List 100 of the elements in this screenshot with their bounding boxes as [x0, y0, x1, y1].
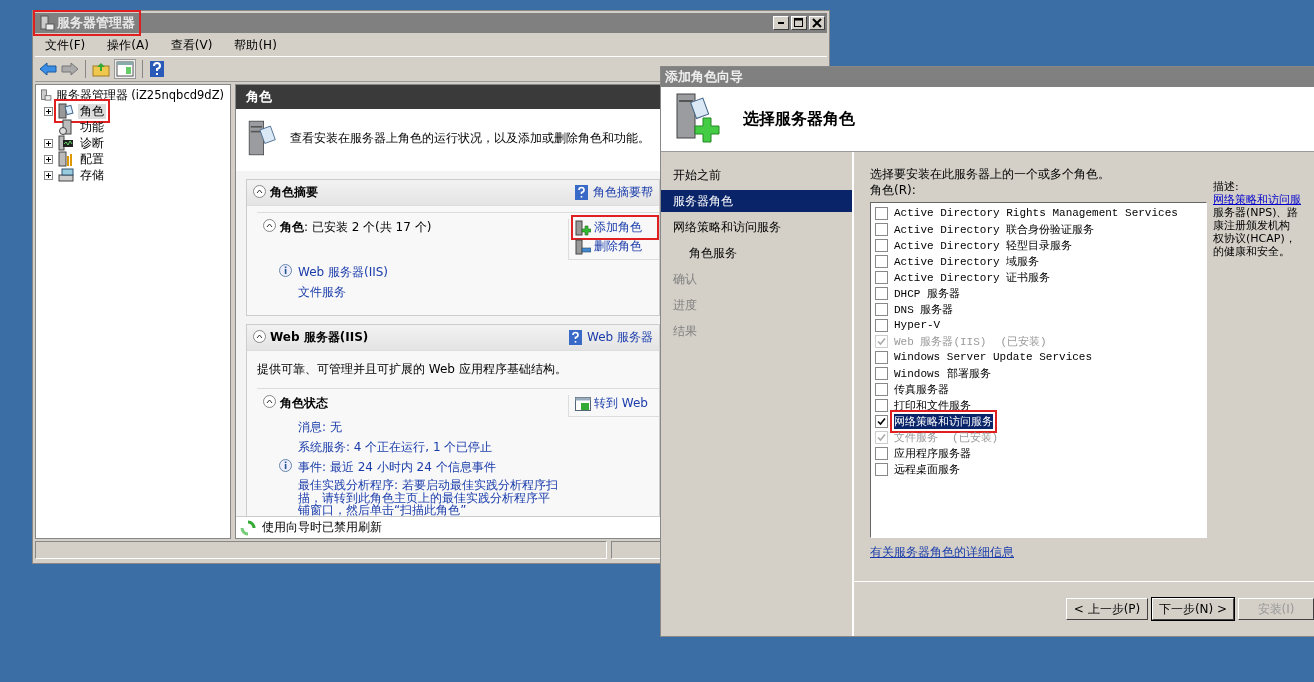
menu-item[interactable]: 查看(V): [170, 37, 213, 54]
description-link[interactable]: 网络策略和访问服: [1213, 193, 1301, 206]
description-text: 的健康和安全。: [1213, 245, 1291, 258]
instruction-text: 选择要安装在此服务器上的一个或多个角色。: [870, 166, 1111, 182]
role-name[interactable]: Active Directory 联合身份验证服务: [894, 221, 1095, 237]
status-message[interactable]: 系统服务: 4 个正在运行, 1 个已停止: [298, 439, 493, 456]
help-link[interactable]: 角色摘要帮: [593, 184, 653, 201]
tree-item[interactable]: 存储: [78, 167, 106, 183]
server-plus-icon: [575, 219, 591, 236]
maximize-button[interactable]: [791, 16, 807, 30]
checkbox[interactable]: [875, 254, 888, 268]
checkbox[interactable]: [875, 222, 888, 236]
forward-arrow-icon[interactable]: [61, 61, 79, 77]
menu-item[interactable]: 帮助(H): [234, 37, 277, 54]
role-name[interactable]: 远程桌面服务: [894, 461, 960, 477]
installed-note: (已安装): [952, 430, 999, 445]
tree-item[interactable]: 角色: [78, 103, 106, 119]
role-name[interactable]: DNS 服务器: [894, 301, 954, 317]
role-description: 提供可靠、可管理并且可扩展的 Web 应用程序基础结构。: [257, 361, 568, 378]
installed-role-link[interactable]: 文件服务: [298, 284, 346, 301]
server-document-icon: [58, 103, 74, 119]
wizard-step[interactable]: 服务器角色: [661, 190, 852, 212]
role-name[interactable]: Active Directory Rights Management Services: [894, 207, 1178, 219]
menu-item[interactable]: 文件(F): [45, 37, 86, 54]
role-name[interactable]: Active Directory 证书服务: [894, 269, 1051, 285]
role-name[interactable]: 打印和文件服务: [894, 397, 971, 413]
expand-icon[interactable]: [44, 106, 56, 116]
more-info-link[interactable]: 有关服务器角色的详细信息: [870, 544, 1207, 561]
server-tools-icon: [58, 151, 74, 167]
pane-header: 角色: [236, 85, 660, 109]
role-name[interactable]: Active Directory 轻型目录服务: [894, 237, 1073, 253]
folder-up-icon[interactable]: [92, 61, 110, 77]
remove-role-link[interactable]: 删除角色: [575, 238, 655, 255]
server-icon: [40, 87, 52, 103]
role-name[interactable]: DHCP 服务器: [894, 285, 960, 301]
checkbox[interactable]: [875, 286, 888, 300]
intro-text: 查看安装在服务器上角色的运行状况，以及添加或删除角色和功能。: [290, 130, 650, 146]
tree-item[interactable]: 诊断: [78, 135, 106, 151]
refresh-notice: 使用向导时已禁用刷新: [262, 519, 382, 536]
wizard-step[interactable]: 开始之前: [661, 164, 852, 186]
role-name[interactable]: 传真服务器: [894, 381, 949, 397]
checkbox[interactable]: [875, 398, 888, 412]
section-title: Web 服务器(IIS): [270, 329, 369, 346]
server-disk-icon: [58, 119, 74, 135]
help-link[interactable]: Web 服务器: [587, 329, 653, 346]
description-label: 描述:: [1213, 180, 1240, 193]
role-name[interactable]: Windows Server Update Services: [894, 351, 1093, 363]
role-name[interactable]: Windows 部署服务: [894, 365, 991, 381]
checkbox[interactable]: [875, 238, 888, 252]
collapse-icon[interactable]: [263, 219, 276, 235]
tree-item[interactable]: 配置: [78, 151, 106, 167]
bpa-message[interactable]: 最佳实践分析程序: 若要启动最佳实践分析程序扫描，请转到此角色主页上的最佳实践分析程序平铺窗口，然后单击“扫描此角色”: [298, 479, 558, 516]
collapse-icon[interactable]: [253, 184, 266, 201]
description-text: 康注册颁发机构: [1213, 219, 1291, 232]
tree-item[interactable]: 功能: [78, 119, 106, 135]
role-name[interactable]: 应用程序服务器: [894, 445, 971, 461]
collapse-icon[interactable]: [263, 395, 276, 411]
minimize-button[interactable]: [773, 16, 789, 30]
wizard-button[interactable]: < 上一步(P): [1066, 598, 1148, 620]
expand-icon[interactable]: [44, 170, 56, 180]
event-link[interactable]: 事件: 最近 24 小时内 24 个信息事件: [298, 459, 496, 476]
checkbox[interactable]: [875, 414, 888, 428]
installed-note: (已安装): [1000, 334, 1047, 349]
checkbox[interactable]: [875, 302, 888, 316]
checkbox[interactable]: [875, 446, 888, 460]
role-name[interactable]: Active Directory 域服务: [894, 253, 1040, 269]
menu-item[interactable]: 操作(A): [107, 37, 149, 54]
wizard-step[interactable]: 网络策略和访问服务: [661, 216, 852, 238]
wizard-step[interactable]: 角色服务: [661, 242, 852, 264]
wizard-heading: 选择服务器角色: [743, 108, 855, 130]
help-icon: [575, 185, 588, 200]
checkbox[interactable]: [875, 206, 888, 220]
panel-toggle-icon[interactable]: [114, 59, 136, 79]
window-title: 服务器管理器: [37, 14, 137, 32]
help-icon[interactable]: [149, 60, 165, 78]
installed-role-link[interactable]: Web 服务器(IIS): [298, 264, 389, 281]
checkbox[interactable]: [875, 382, 888, 396]
checkbox[interactable]: [875, 318, 888, 332]
add-role-link[interactable]: 添加角色: [575, 219, 655, 236]
minimize-icon: [777, 21, 785, 25]
status-message[interactable]: 消息: 无: [298, 419, 342, 436]
expand-icon[interactable]: [44, 138, 56, 148]
collapse-icon[interactable]: [253, 329, 266, 346]
checkbox[interactable]: [875, 270, 888, 284]
back-arrow-icon[interactable]: [39, 61, 57, 77]
checkbox[interactable]: [875, 366, 888, 380]
server-icon: [39, 15, 55, 31]
role-name[interactable]: Hyper-V: [894, 319, 941, 331]
checkbox[interactable]: [875, 462, 888, 476]
wizard-button[interactable]: 下一步(N) >: [1152, 598, 1234, 620]
server-minus-icon: [575, 238, 591, 255]
expand-icon[interactable]: [44, 154, 56, 164]
close-button[interactable]: [809, 16, 825, 30]
list-label: 角色(R):: [870, 182, 917, 198]
description-text: 服务器(NPS)、路: [1213, 206, 1300, 219]
checkbox[interactable]: [875, 350, 888, 364]
info-icon: [279, 459, 292, 472]
goto-web-link[interactable]: 转到 Web: [575, 395, 655, 412]
server-add-icon: [673, 92, 723, 146]
window-title: 添加角色向导: [661, 67, 1314, 87]
